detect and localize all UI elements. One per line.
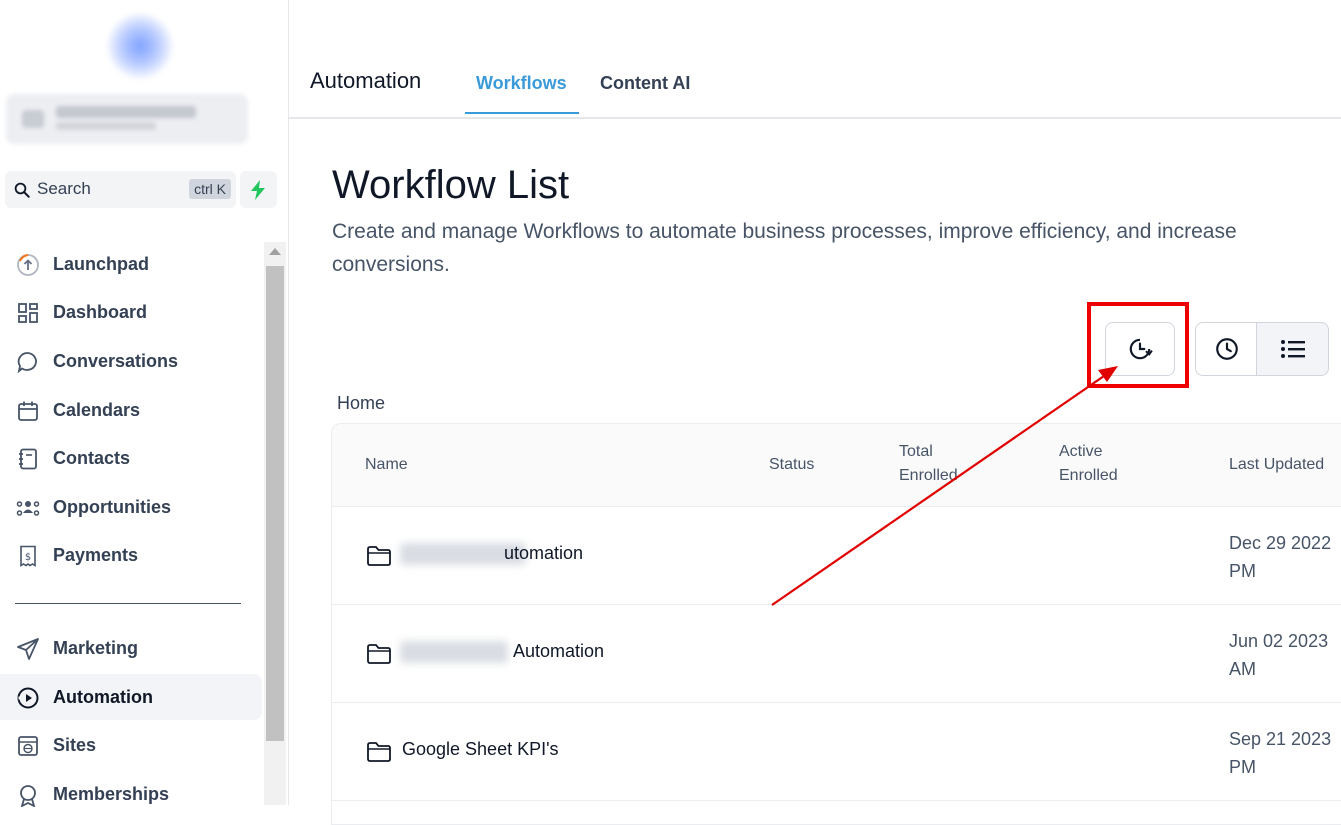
date-line: Jun 02 2023 xyxy=(1229,631,1329,651)
sidebar-item-conversations[interactable]: Conversations xyxy=(0,338,262,384)
sidebar-item-label: Calendars xyxy=(53,400,141,420)
active-tab-indicator xyxy=(465,112,579,114)
last-updated-cell: Jun 02 2023 AM xyxy=(1229,627,1328,683)
sidebar-item-label: Dashboard xyxy=(53,302,148,322)
sidebar-item-marketing[interactable]: Marketing xyxy=(0,625,262,671)
top-header: Automation Workflows Content AI xyxy=(289,0,1341,119)
scrollbar-thumb[interactable] xyxy=(266,266,284,741)
workflow-table: Name Status Total Enrolled Active Enroll… xyxy=(331,423,1341,825)
sidebar-divider xyxy=(15,603,241,604)
time-line: PM xyxy=(1229,561,1256,581)
sidebar-item-label: Marketing xyxy=(53,638,139,658)
sidebar-item-automation[interactable]: Automation xyxy=(0,674,262,720)
list-icon xyxy=(1280,340,1305,358)
clock-icon xyxy=(1215,338,1238,360)
quick-actions-button[interactable] xyxy=(240,171,277,208)
sidebar-item-launchpad[interactable]: Launchpad xyxy=(0,241,262,287)
column-header-last-updated[interactable]: Last Updated xyxy=(1229,453,1324,477)
last-updated-cell: Dec 29 2022 PM xyxy=(1229,529,1331,585)
sidebar-item-label: Memberships xyxy=(53,784,170,804)
table-header: Name Status Total Enrolled Active Enroll… xyxy=(332,424,1341,507)
sidebar: Search ctrl K Launchpad Dashboard Conver… xyxy=(0,0,289,807)
date-line: Dec 29 2022 xyxy=(1229,533,1332,553)
memberships-icon xyxy=(20,785,36,807)
dashboard-icon xyxy=(18,303,38,323)
column-header-name[interactable]: Name xyxy=(365,453,408,477)
column-header-status[interactable]: Status xyxy=(769,453,814,477)
header-line: Enrolled xyxy=(1059,467,1118,484)
automation-icon xyxy=(17,687,39,709)
sidebar-item-label: Sites xyxy=(53,735,97,755)
folder-icon xyxy=(367,546,391,566)
account-switcher[interactable] xyxy=(6,94,248,144)
time-line: AM xyxy=(1229,659,1256,679)
date-line: Sep 21 2023 xyxy=(1229,729,1332,749)
sidebar-item-opportunities[interactable]: Opportunities xyxy=(0,484,262,530)
send-icon xyxy=(17,638,39,660)
workflow-name-link[interactable]: Google Sheet KPI's xyxy=(402,739,559,760)
calendar-icon xyxy=(18,401,38,421)
scroll-up-arrow-icon[interactable] xyxy=(269,248,281,255)
sidebar-item-dashboard[interactable]: Dashboard xyxy=(0,289,262,335)
sidebar-item-label: Automation xyxy=(53,687,153,707)
opportunities-icon xyxy=(16,501,40,516)
page-description: Create and manage Workflows to automate … xyxy=(332,220,1237,276)
sidebar-scrollbar[interactable] xyxy=(264,242,286,805)
sidebar-item-label: Contacts xyxy=(53,448,131,468)
workflow-name-link[interactable]: utomation xyxy=(504,543,583,564)
recent-view-button[interactable] xyxy=(1195,322,1257,376)
search-shortcut: ctrl K xyxy=(189,179,231,199)
search-icon xyxy=(14,182,30,198)
column-header-total-enrolled[interactable]: Total Enrolled xyxy=(899,440,958,488)
redacted-text xyxy=(400,641,508,663)
tab-workflows[interactable]: Workflows xyxy=(476,73,567,94)
sidebar-item-label: Launchpad xyxy=(53,254,150,274)
section-title: Automation xyxy=(310,68,422,93)
sidebar-item-sites[interactable]: Sites xyxy=(0,722,262,768)
table-row[interactable]: Google Sheet KPI's Sep 21 2023 PM xyxy=(332,703,1341,801)
company-logo xyxy=(108,14,172,78)
chat-bubble-icon xyxy=(17,352,37,374)
sidebar-item-label: Payments xyxy=(53,545,139,565)
highlight-annotation-box xyxy=(1087,302,1189,388)
table-row[interactable]: utomation Dec 29 2022 PM xyxy=(332,507,1341,605)
sidebar-item-label: Opportunities xyxy=(53,497,171,517)
launchpad-icon xyxy=(17,254,39,276)
header-line: Active xyxy=(1059,443,1103,460)
tab-content-ai[interactable]: Content AI xyxy=(600,73,690,94)
sidebar-item-payments[interactable]: $ Payments xyxy=(0,532,262,578)
column-header-active-enrolled[interactable]: Active Enrolled xyxy=(1059,440,1118,488)
sidebar-item-calendars[interactable]: Calendars xyxy=(0,387,262,433)
svg-text:$: $ xyxy=(25,552,31,563)
sidebar-item-label: Conversations xyxy=(53,351,179,371)
sites-icon xyxy=(18,736,38,756)
time-line: PM xyxy=(1229,757,1256,777)
list-view-button[interactable] xyxy=(1256,322,1329,376)
page-title: Workflow List xyxy=(332,163,570,207)
contacts-icon xyxy=(19,448,37,470)
folder-icon xyxy=(367,742,391,762)
folder-icon xyxy=(367,644,391,664)
table-row[interactable]: Automation Jun 02 2023 AM xyxy=(332,605,1341,703)
sidebar-item-memberships[interactable]: Memberships xyxy=(0,771,262,817)
last-updated-cell: Sep 21 2023 PM xyxy=(1229,725,1331,781)
breadcrumb[interactable]: Home xyxy=(337,393,385,414)
search-label: Search xyxy=(37,179,91,198)
header-line: Total xyxy=(899,443,933,460)
lightning-icon xyxy=(251,180,265,200)
main-content: Workflow List Create and manage Workflow… xyxy=(289,119,1341,825)
header-line: Enrolled xyxy=(899,467,958,484)
sidebar-item-contacts[interactable]: Contacts xyxy=(0,435,262,481)
workflow-name-link[interactable]: Automation xyxy=(513,641,604,662)
search-button[interactable]: Search ctrl K xyxy=(5,171,236,208)
payments-icon: $ xyxy=(20,545,36,567)
